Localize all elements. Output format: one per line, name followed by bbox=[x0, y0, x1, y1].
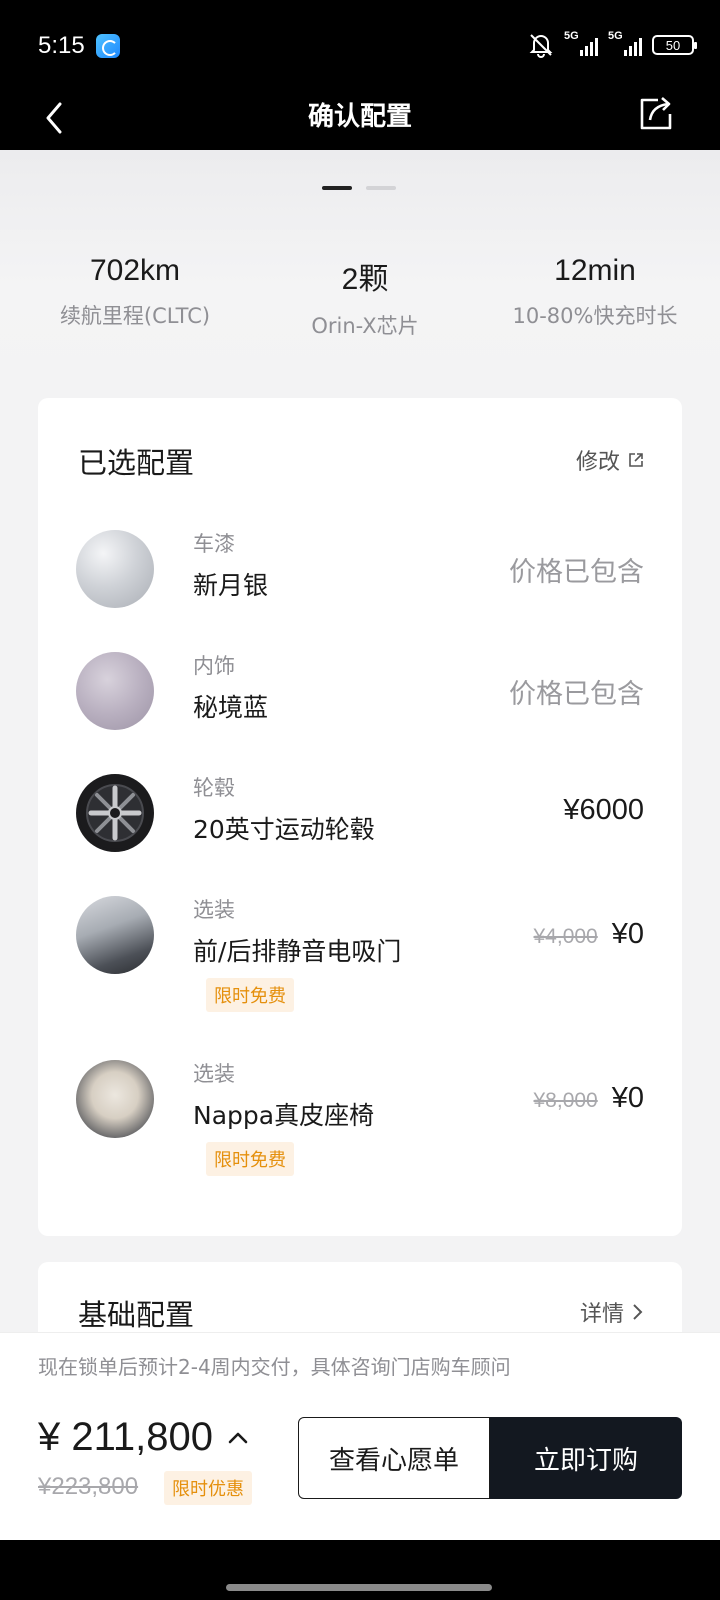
stat-value: 12min bbox=[554, 254, 636, 287]
config-name: 新月银 bbox=[193, 571, 269, 600]
wheel-image bbox=[76, 774, 154, 852]
config-category: 车漆 bbox=[193, 532, 235, 556]
nav-bar: 确认配置 bbox=[0, 92, 720, 150]
status-time: 5:15 bbox=[38, 32, 85, 59]
order-now-button[interactable]: 立即订购 bbox=[490, 1417, 682, 1499]
config-category: 内饰 bbox=[193, 654, 235, 678]
config-price: 价格已包含 bbox=[509, 557, 644, 588]
original-price: ¥4,000 bbox=[533, 925, 598, 948]
bell-off-icon bbox=[529, 34, 553, 58]
edit-label: 修改 bbox=[575, 450, 620, 475]
carousel-dot-active bbox=[322, 186, 352, 190]
status-icons: 5G 5G 50 bbox=[528, 30, 697, 58]
config-price: ¥6000 bbox=[563, 794, 644, 826]
status-bar: 5:15 5G 5G 50 bbox=[0, 0, 720, 92]
paint-swatch bbox=[76, 530, 154, 608]
config-row-paint[interactable]: 车漆 新月银 价格已包含 bbox=[38, 522, 682, 642]
view-wishlist-button[interactable]: 查看心愿单 bbox=[298, 1417, 490, 1499]
interior-swatch bbox=[76, 652, 154, 730]
config-price: ¥0 bbox=[611, 918, 644, 950]
battery-icon: 50 bbox=[652, 35, 697, 55]
share-icon[interactable] bbox=[636, 94, 676, 134]
signal-2-icon: 5G bbox=[608, 30, 642, 56]
stat-range: 702km 续航里程(CLTC) bbox=[0, 254, 250, 340]
section-title: 基础配置 bbox=[78, 1298, 195, 1332]
details-button[interactable]: 详情 bbox=[580, 1296, 644, 1328]
signal-1-icon: 5G bbox=[564, 30, 598, 56]
config-name: 前/后排静音电吸门 bbox=[193, 937, 402, 966]
config-name: 秘境蓝 bbox=[193, 693, 269, 722]
config-category: 轮毂 bbox=[193, 776, 235, 800]
system-gesture-bar bbox=[0, 1540, 720, 1600]
total-price: ¥ 211,800 bbox=[38, 1415, 213, 1459]
promo-tag: 限时免费 bbox=[206, 1142, 294, 1176]
config-price-group: ¥4,000 ¥0 bbox=[534, 918, 645, 951]
stat-value: 702km bbox=[89, 254, 181, 287]
config-row-seats[interactable]: 选装 Nappa真皮座椅 ¥8,000 ¥0 限时免费 bbox=[38, 1052, 682, 1176]
total-price-toggle[interactable]: ¥ 211,800 bbox=[38, 1415, 249, 1460]
config-category: 选装 bbox=[193, 1062, 235, 1086]
spec-stats: 702km 续航里程(CLTC) 2颗 Orin-X芯片 12min 10-80… bbox=[0, 254, 720, 340]
config-row-doors[interactable]: 选装 前/后排静音电吸门 ¥4,000 ¥0 限时免费 bbox=[38, 888, 682, 1012]
purchase-bar: 现在锁单后预计2-4周内交付，具体咨询门店购车顾问 ¥ 211,800 ¥223… bbox=[0, 1332, 720, 1540]
stat-label: 续航里程(CLTC) bbox=[59, 304, 211, 328]
selected-config-card: 已选配置 修改 车漆 新月银 价格已包含 内饰 秘境蓝 价格已包含 轮毂 20英… bbox=[38, 398, 682, 1236]
promo-tag: 限时优惠 bbox=[164, 1471, 252, 1505]
config-category: 选装 bbox=[193, 898, 235, 922]
base-config-card: 基础配置 详情 bbox=[38, 1262, 682, 1342]
chevron-up-icon bbox=[228, 1432, 248, 1443]
hero-banner[interactable]: 702km 续航里程(CLTC) 2颗 Orin-X芯片 12min 10-80… bbox=[0, 150, 720, 380]
config-name: 20英寸运动轮毂 bbox=[193, 815, 375, 844]
battery-level: 50 bbox=[665, 37, 681, 53]
carousel-dot bbox=[366, 186, 396, 190]
stat-label: Orin-X芯片 bbox=[311, 314, 419, 338]
seat-image bbox=[76, 1060, 154, 1138]
carousel-indicator bbox=[322, 186, 396, 190]
section-title: 已选配置 bbox=[78, 446, 195, 480]
original-price: ¥8,000 bbox=[533, 1089, 598, 1112]
config-price-group: ¥8,000 ¥0 bbox=[534, 1082, 645, 1115]
stat-value: 2颗 bbox=[341, 263, 389, 296]
door-image bbox=[76, 896, 154, 974]
stat-label: 10-80%快充时长 bbox=[512, 304, 678, 328]
page-title: 确认配置 bbox=[307, 102, 412, 132]
edit-button[interactable]: 修改 bbox=[576, 444, 644, 476]
config-row-wheels[interactable]: 轮毂 20英寸运动轮毂 ¥6000 bbox=[38, 766, 682, 886]
original-total-price: ¥223,800 bbox=[38, 1473, 139, 1500]
config-price: ¥0 bbox=[611, 1082, 644, 1114]
home-indicator[interactable] bbox=[226, 1584, 492, 1591]
external-link-icon bbox=[629, 453, 643, 467]
config-name: Nappa真皮座椅 bbox=[193, 1101, 375, 1130]
chevron-right-icon bbox=[633, 1304, 643, 1320]
stat-charge: 12min 10-80%快充时长 bbox=[480, 254, 720, 340]
delivery-notice: 现在锁单后预计2-4周内交付，具体咨询门店购车顾问 bbox=[38, 1355, 511, 1379]
details-label: 详情 bbox=[579, 1302, 624, 1327]
config-price: 价格已包含 bbox=[509, 679, 644, 710]
stat-chips: 2颗 Orin-X芯片 bbox=[250, 254, 480, 340]
config-row-interior[interactable]: 内饰 秘境蓝 价格已包含 bbox=[38, 644, 682, 764]
app-notification-icon bbox=[96, 34, 120, 58]
promo-tag: 限时免费 bbox=[206, 978, 294, 1012]
